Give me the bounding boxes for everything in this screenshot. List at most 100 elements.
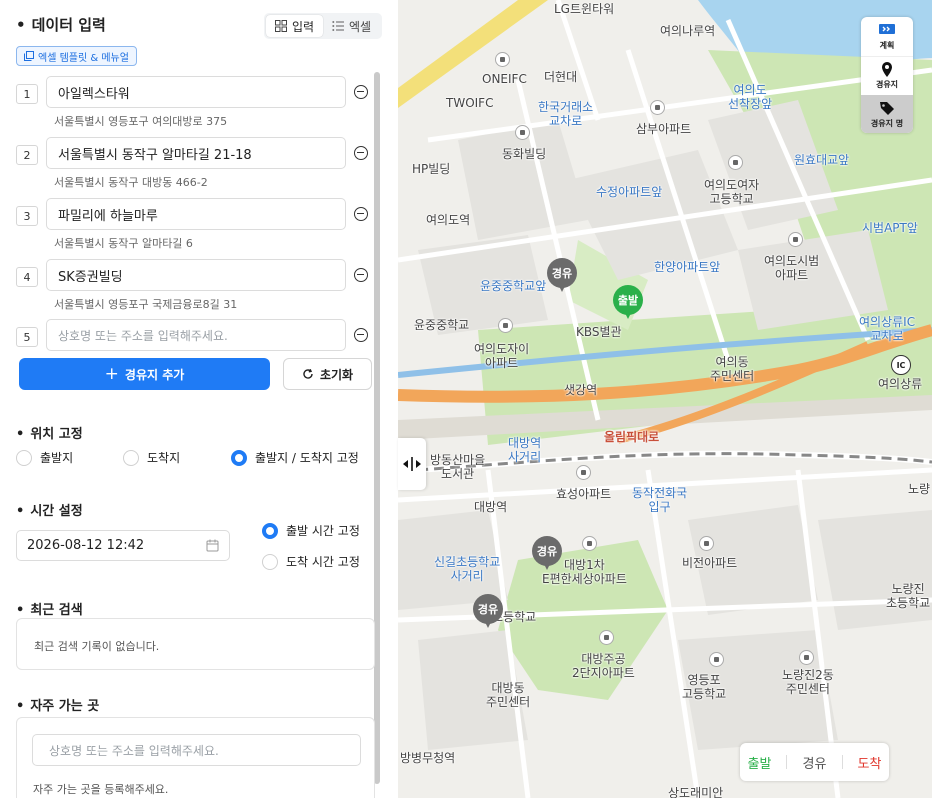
- favorites-box: 상호명 또는 주소를 입력해주세요. 자주 가는 곳을 등록해주세요.: [16, 717, 375, 798]
- poi-marker[interactable]: [788, 232, 803, 247]
- map-label: 여의나루역: [660, 24, 716, 38]
- map-label: 상도래미안: [668, 786, 724, 798]
- map-label: 올림픽대로: [604, 430, 660, 444]
- waypoint-input[interactable]: 파밀리에 하늘마루: [46, 198, 346, 230]
- radio-fix-destination[interactable]: 도착지: [123, 449, 180, 466]
- waypoint-scrollbar[interactable]: [374, 72, 380, 784]
- tool-waypoint[interactable]: 경유지: [861, 56, 913, 95]
- waypoint-pin[interactable]: 경유: [547, 258, 577, 294]
- waypoint-input[interactable]: SK증권빌딩: [46, 259, 346, 291]
- poi-marker[interactable]: [515, 125, 530, 140]
- poi-marker[interactable]: [650, 100, 665, 115]
- map-legend: 출발 경유 도착: [740, 743, 889, 781]
- poi-marker[interactable]: [599, 630, 614, 645]
- recent-search-empty: 최근 검색 기록이 없습니다.: [34, 640, 160, 653]
- radio-fix-both[interactable]: 출발지 / 도착지 고정: [231, 449, 359, 466]
- reset-button[interactable]: 초기화: [283, 358, 372, 390]
- datetime-value: 2026-08-12 12:42: [27, 538, 145, 553]
- map-label: 여의도여자 고등학교: [704, 178, 760, 207]
- datetime-input[interactable]: 2026-08-12 12:42: [16, 530, 230, 561]
- panel-resize-handle[interactable]: [398, 438, 426, 490]
- map-label: 윤중중학교앞: [480, 279, 547, 293]
- map-label: 동화빌딩: [502, 147, 547, 161]
- map-label: 대방동 주민센터: [486, 681, 531, 710]
- radio-departure-fixed[interactable]: 출발 시간 고정: [262, 522, 360, 539]
- map-label: 대방역: [474, 500, 508, 514]
- map-label: 노량: [908, 482, 931, 496]
- remove-waypoint-icon[interactable]: [354, 146, 368, 160]
- favorites-search-input[interactable]: 상호명 또는 주소를 입력해주세요.: [32, 734, 361, 766]
- tab-input[interactable]: 입력: [266, 15, 323, 37]
- radio-fix-origin[interactable]: 출발지: [16, 449, 73, 466]
- waypoint-input[interactable]: 서울특별시 동작구 알마타길 21-18: [46, 137, 346, 169]
- map-view[interactable]: LG트윈타워 여의나루역 ONEIFC 더현대 TWOIFC 한국거래소 교차로…: [398, 0, 932, 798]
- resize-arrows-icon: [403, 457, 421, 471]
- map-label: 노량진 초등학교: [886, 582, 931, 611]
- poi-marker[interactable]: [495, 52, 510, 67]
- radio-arrival-fixed[interactable]: 도착 시간 고정: [262, 553, 360, 570]
- map-label: 여의도자이 아파트: [474, 342, 530, 371]
- waypoint-pin[interactable]: 경유: [532, 536, 562, 572]
- origin-pin[interactable]: 출발: [613, 285, 643, 321]
- favorites-title: 자주 가는 곳: [16, 695, 99, 714]
- poi-marker[interactable]: [799, 650, 814, 665]
- remove-waypoint-icon[interactable]: [354, 328, 368, 342]
- poi-marker[interactable]: [728, 155, 743, 170]
- poi-marker[interactable]: [709, 652, 724, 667]
- waypoint-input[interactable]: 아일렉스타워: [46, 76, 346, 108]
- copy-icon: [24, 51, 34, 61]
- radio-label: 출발지 / 도착지 고정: [255, 451, 359, 465]
- radio-circle: [262, 522, 278, 539]
- waypoint-index: 4: [16, 267, 38, 287]
- legend-divider: [786, 755, 788, 769]
- map-base: [398, 0, 932, 798]
- remove-waypoint-icon[interactable]: [354, 268, 368, 282]
- recent-search-box: 최근 검색 기록이 없습니다.: [16, 618, 375, 670]
- list-icon: [332, 21, 344, 31]
- poi-marker[interactable]: [498, 318, 513, 333]
- map-label: 방병무청역: [400, 751, 456, 765]
- map-label: 삼부아파트: [636, 122, 692, 136]
- mode-switch: 입력 엑셀: [264, 13, 382, 39]
- tab-excel[interactable]: 엑셀: [323, 15, 380, 37]
- reset-label: 초기화: [319, 367, 354, 382]
- calendar-icon: [206, 539, 219, 552]
- refresh-icon: [303, 368, 313, 379]
- waypoint-pin[interactable]: 경유: [473, 594, 503, 630]
- map-toolbar: 계획 경유지 경유지 명: [861, 17, 913, 133]
- excel-template-label: 엑셀 템플릿 & 메뉴얼: [38, 52, 129, 64]
- route-plan-icon: [879, 23, 895, 34]
- radio-circle: [231, 449, 247, 466]
- remove-waypoint-icon[interactable]: [354, 207, 368, 221]
- map-label: 한양아파트앞: [654, 260, 721, 274]
- map-label: 대방역 사거리: [508, 436, 542, 465]
- map-label: KBS별관: [576, 325, 622, 339]
- add-waypoint-label: 경유지 추가: [124, 367, 185, 382]
- waypoint-index: 3: [16, 206, 38, 226]
- map-label: 대방주공 2단지아파트: [572, 652, 635, 681]
- map-label: 여의도역: [426, 213, 471, 227]
- map-label: 여의도시범 아파트: [764, 254, 820, 283]
- map-label: 효성아파트: [556, 487, 612, 501]
- waypoint-input-empty[interactable]: 상호명 또는 주소를 입력해주세요.: [46, 319, 346, 351]
- input-panel: 데이터 입력 입력 엑셀 엑셀 템플릿 & 메뉴얼 1 아일렉스타워 서울특별시…: [0, 0, 398, 798]
- poi-marker[interactable]: [582, 536, 597, 551]
- map-label: 원효대교앞: [794, 153, 850, 167]
- map-label: 영등포 고등학교: [682, 673, 727, 702]
- map-label: 샛강역: [564, 383, 598, 397]
- remove-waypoint-icon[interactable]: [354, 85, 368, 99]
- panel-title: 데이터 입력: [16, 14, 106, 35]
- tool-plan[interactable]: 계획: [861, 17, 913, 56]
- map-label: LG트윈타워: [554, 2, 615, 16]
- map-label: 비전아파트: [682, 556, 738, 570]
- waypoint-index: 1: [16, 84, 38, 104]
- radio-label: 도착지: [147, 451, 181, 465]
- tool-waypoint-name[interactable]: 경유지 명: [861, 95, 913, 133]
- poi-marker[interactable]: [699, 536, 714, 551]
- poi-marker[interactable]: [576, 465, 591, 480]
- radio-circle: [16, 449, 32, 466]
- excel-template-link[interactable]: 엑셀 템플릿 & 메뉴얼: [16, 46, 137, 66]
- add-waypoint-button[interactable]: + 경유지 추가: [19, 358, 270, 390]
- map-label: 시범APT앞: [862, 221, 918, 235]
- waypoint-address: 서울특별시 동작구 대방동 466-2: [54, 176, 208, 189]
